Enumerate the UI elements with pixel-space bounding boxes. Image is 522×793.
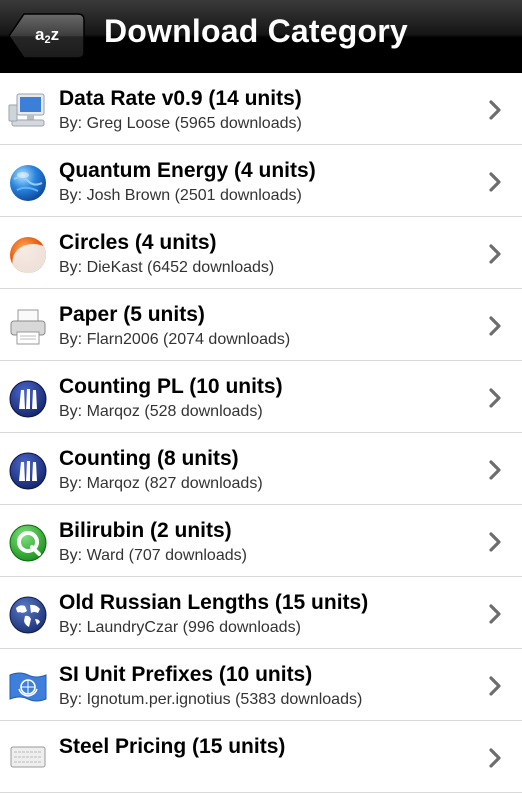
item-subtitle: By: DieKast (6452 downloads) [59,259,275,276]
chevron-right-icon [488,388,502,413]
category-list: Data Rate v0.9 (14 units) By: Greg Loose… [0,73,522,793]
chevron-right-icon [488,244,502,269]
counting-badge-icon [8,379,48,419]
orange-circle-icon [8,235,48,275]
blue-globe-icon [8,163,48,203]
item-title: Circles (4 units) [59,231,217,254]
world-map-globe-icon [8,595,48,635]
chevron-right-icon [488,316,502,341]
item-subtitle: By: LaundryCzar (996 downloads) [59,619,301,636]
list-item[interactable]: Counting (8 units) By: Marqoz (827 downl… [0,433,522,505]
list-item[interactable]: Steel Pricing (15 units) [0,721,522,793]
item-subtitle: By: Josh Brown (2501 downloads) [59,187,302,204]
chevron-right-icon [488,460,502,485]
item-title: Data Rate v0.9 (14 units) [59,87,302,110]
back-button-label: a2z [35,25,60,46]
item-subtitle: By: Marqoz (528 downloads) [59,403,263,420]
item-title: SI Unit Prefixes (10 units) [59,663,313,686]
chevron-right-icon [488,100,502,125]
item-title: Paper (5 units) [59,303,205,326]
item-subtitle: By: Ward (707 downloads) [59,547,247,564]
item-title: Quantum Energy (4 units) [59,159,316,182]
list-item[interactable]: Paper (5 units) By: Flarn2006 (2074 down… [0,289,522,361]
item-title: Counting (8 units) [59,447,239,470]
chevron-right-icon [488,604,502,629]
green-q-icon [8,523,48,563]
chevron-right-icon [488,172,502,197]
navigation-bar: a2z Download Category [0,0,522,73]
list-item[interactable]: Data Rate v0.9 (14 units) By: Greg Loose… [0,73,522,145]
chevron-right-icon [488,676,502,701]
item-subtitle: By: Flarn2006 (2074 downloads) [59,331,291,348]
counting-badge-icon [8,451,48,491]
item-title: Counting PL (10 units) [59,375,283,398]
computer-monitor-icon [8,91,48,131]
list-item[interactable]: Counting PL (10 units) By: Marqoz (528 d… [0,361,522,433]
list-item[interactable]: Old Russian Lengths (15 units) By: Laund… [0,577,522,649]
item-title: Old Russian Lengths (15 units) [59,591,369,614]
back-button[interactable]: a2z [8,13,85,59]
list-item[interactable]: SI Unit Prefixes (10 units) By: Ignotum.… [0,649,522,721]
un-flag-icon [8,667,48,707]
item-title: Steel Pricing (15 units) [59,735,286,758]
item-subtitle: By: Ignotum.per.ignotius (5383 downloads… [59,691,363,708]
item-title: Bilirubin (2 units) [59,519,232,542]
page-title: Download Category [104,13,408,49]
chevron-right-icon [488,748,502,773]
printer-icon [8,307,48,347]
list-item[interactable]: Quantum Energy (4 units) By: Josh Brown … [0,145,522,217]
item-subtitle: By: Marqoz (827 downloads) [59,475,263,492]
chevron-right-icon [488,532,502,557]
list-item[interactable]: Circles (4 units) By: DieKast (6452 down… [0,217,522,289]
item-subtitle: By: Greg Loose (5965 downloads) [59,115,302,132]
list-item[interactable]: Bilirubin (2 units) By: Ward (707 downlo… [0,505,522,577]
keyboard-icon [8,739,48,779]
